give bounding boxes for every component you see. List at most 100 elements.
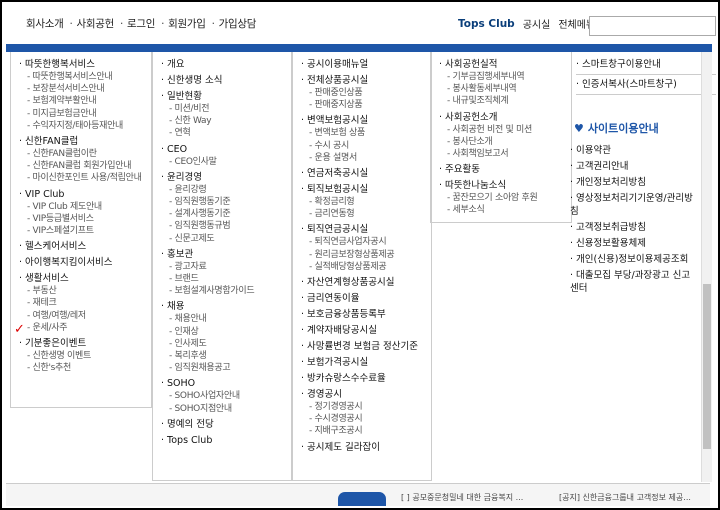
site-info-link[interactable]: 이용약관	[570, 144, 698, 157]
menu-heading[interactable]: 연금저축공시실	[301, 167, 431, 180]
menu-subitem[interactable]: CEO인사말	[161, 156, 291, 168]
menu-subitem[interactable]: 신한 Way	[161, 115, 291, 127]
menu-subitem[interactable]: 여행/여행/레저	[19, 310, 151, 322]
cert-copy-link[interactable]: 인증서복사(스마트창구)	[576, 78, 710, 91]
menu-subitem[interactable]: 운용 설명서	[301, 152, 431, 164]
menu-heading[interactable]: 홍보관	[161, 248, 291, 261]
menu-subitem[interactable]: 마이신한포인트 사용/적립안내	[19, 172, 151, 184]
menu-subitem[interactable]: 설계사행동기준	[161, 208, 291, 220]
site-info-link[interactable]: 신용정보활용체제	[570, 237, 698, 250]
menu-heading[interactable]: 보호금융상품등록부	[301, 308, 431, 321]
menu-heading[interactable]: 신한생명 소식	[161, 74, 291, 87]
menu-subitem[interactable]: 따뜻한행복서비스안내	[19, 71, 151, 83]
menu-subitem[interactable]: 원리금보장형상품제공	[301, 249, 431, 261]
menu-subitem[interactable]: 판매중인상품	[301, 87, 431, 99]
menu-subitem[interactable]: 임직원행동기준	[161, 196, 291, 208]
menu-subitem[interactable]: 신한's추천	[19, 362, 151, 374]
menu-heading[interactable]: 개요	[161, 58, 291, 71]
close-tab-button[interactable]	[338, 492, 386, 506]
menu-heading[interactable]: 생활서비스	[19, 272, 151, 285]
menu-subitem[interactable]: 광고자료	[161, 261, 291, 273]
menu-heading[interactable]: 퇴직연금공시실	[301, 223, 431, 236]
menu-subitem[interactable]: 신문고제도	[161, 233, 291, 245]
menu-subitem[interactable]: 보험설계사명함가이드	[161, 285, 291, 297]
menu-heading[interactable]: 퇴직보험공시실	[301, 183, 431, 196]
menu-heading[interactable]: 채용	[161, 300, 291, 313]
menu-heading[interactable]: 헬스케어서비스	[19, 240, 151, 253]
menu-heading[interactable]: 사회공헌실적	[439, 58, 571, 71]
menu-heading[interactable]: 경영공시	[301, 388, 431, 401]
menu-subitem[interactable]: 운세/사주	[19, 322, 151, 334]
menu-heading[interactable]: 신한FAN클럽	[19, 135, 151, 148]
menu-subitem[interactable]: 수시 공시	[301, 140, 431, 152]
menu-subitem[interactable]: 사회책임보고서	[439, 148, 571, 160]
menu-subitem[interactable]: SOHO사업자안내	[161, 390, 291, 402]
menu-subitem[interactable]: 수익자지정/태아등재안내	[19, 120, 151, 132]
nav-consult[interactable]: 가입상담	[212, 16, 257, 31]
menu-subitem[interactable]: 실적배당형상품제공	[301, 261, 431, 273]
menu-heading[interactable]: VIP Club	[19, 188, 151, 201]
menu-subitem[interactable]: 미션/비전	[161, 103, 291, 115]
nav-social[interactable]: 사회공헌	[69, 16, 115, 31]
menu-subitem[interactable]: 인재상	[161, 326, 291, 338]
site-info-link[interactable]: 개인(신용)정보이용제공조회	[570, 253, 698, 266]
menu-subitem[interactable]: 지배구조공시	[301, 425, 431, 437]
menu-heading[interactable]: CEO	[161, 143, 291, 156]
menu-heading[interactable]: 따뜻한행복서비스	[19, 58, 151, 71]
menu-subitem[interactable]: 복리후생	[161, 350, 291, 362]
menu-subitem[interactable]: 봉사활동세부내역	[439, 83, 571, 95]
menu-subitem[interactable]: 채용안내	[161, 313, 291, 325]
menu-subitem[interactable]: 윤리강령	[161, 184, 291, 196]
notice-item-1[interactable]: [ ] 공모중문청밀네 대한 금융복지 ...	[401, 492, 523, 503]
menu-heading[interactable]: 금리연동이율	[301, 292, 431, 305]
search-input[interactable]	[589, 16, 716, 36]
menu-heading[interactable]: 자산연계형상품공시실	[301, 276, 431, 289]
menu-subitem[interactable]: 임직원채용공고	[161, 362, 291, 374]
menu-heading[interactable]: 일반현황	[161, 90, 291, 103]
scrollbar-thumb[interactable]	[703, 284, 711, 449]
menu-subitem[interactable]: 퇴직연금사업자공시	[301, 236, 431, 248]
menu-subitem[interactable]: 보장분석서비스안내	[19, 83, 151, 95]
menu-heading[interactable]: 주요활동	[439, 163, 571, 176]
menu-subitem[interactable]: 금리연동형	[301, 208, 431, 220]
nav-login[interactable]: 로그인	[120, 16, 155, 31]
menu-heading[interactable]: 기분좋은이벤트	[19, 337, 151, 350]
menu-subitem[interactable]: 미지급보험금안내	[19, 108, 151, 120]
menu-heading[interactable]: 윤리경영	[161, 171, 291, 184]
menu-subitem[interactable]: 봉사단소개	[439, 136, 571, 148]
site-info-link[interactable]: 대출모집 부당/과장광고 신고센터	[570, 269, 698, 295]
menu-subitem[interactable]: 변액보험 상품	[301, 127, 431, 139]
menu-subitem[interactable]: 재테크	[19, 297, 151, 309]
menu-subitem[interactable]: 기부금집행세부내역	[439, 71, 571, 83]
menu-subitem[interactable]: 신한생명 이벤트	[19, 350, 151, 362]
nav-company[interactable]: 회사소개	[26, 16, 64, 31]
menu-subitem[interactable]: 신한FAN클럽이란	[19, 148, 151, 160]
menu-subitem[interactable]: 정기경영공시	[301, 401, 431, 413]
menu-heading[interactable]: 따뜻한나눔소식	[439, 179, 571, 192]
menu-heading[interactable]: 아이행복지킴이서비스	[19, 256, 151, 269]
menu-heading[interactable]: 공시이용매뉴얼	[301, 58, 431, 71]
menu-subitem[interactable]: 브랜드	[161, 273, 291, 285]
menu-heading[interactable]: 사망률변경 보험금 정산기준	[301, 340, 431, 353]
scrollbar[interactable]	[701, 52, 712, 482]
menu-heading[interactable]: SOHO	[161, 377, 291, 390]
site-info-link[interactable]: 고객정보취급방침	[570, 221, 698, 234]
menu-heading[interactable]: 전체상품공시실	[301, 74, 431, 87]
tops-club-link[interactable]: Tops Club	[458, 18, 515, 30]
notice-item-2[interactable]: [공지] 신한금융그룹내 고객정보 제공...	[559, 492, 691, 503]
menu-heading[interactable]: 방카슈랑스수수료율	[301, 372, 431, 385]
site-info-link[interactable]: 고객권리안내	[570, 160, 698, 173]
menu-heading[interactable]: 변액보험공시실	[301, 114, 431, 127]
smart-window-guide-link[interactable]: 스마트창구이용안내	[576, 58, 710, 71]
menu-subitem[interactable]: 수시경영공시	[301, 413, 431, 425]
menu-subitem[interactable]: 확정금리형	[301, 196, 431, 208]
menu-subitem[interactable]: 보험계약부활안내	[19, 95, 151, 107]
site-info-link[interactable]: 개인정보처리방침	[570, 176, 698, 189]
menu-subitem[interactable]: 연혁	[161, 127, 291, 139]
menu-subitem[interactable]: 판매중지상품	[301, 99, 431, 111]
site-info-link[interactable]: 영상정보처리기기운영/관리방침	[570, 192, 698, 218]
menu-heading[interactable]: Tops Club	[161, 434, 291, 447]
menu-heading[interactable]: 보험가격공시실	[301, 356, 431, 369]
menu-heading[interactable]: 명예의 전당	[161, 418, 291, 431]
menu-subitem[interactable]: VIP스페셜기프트	[19, 225, 151, 237]
